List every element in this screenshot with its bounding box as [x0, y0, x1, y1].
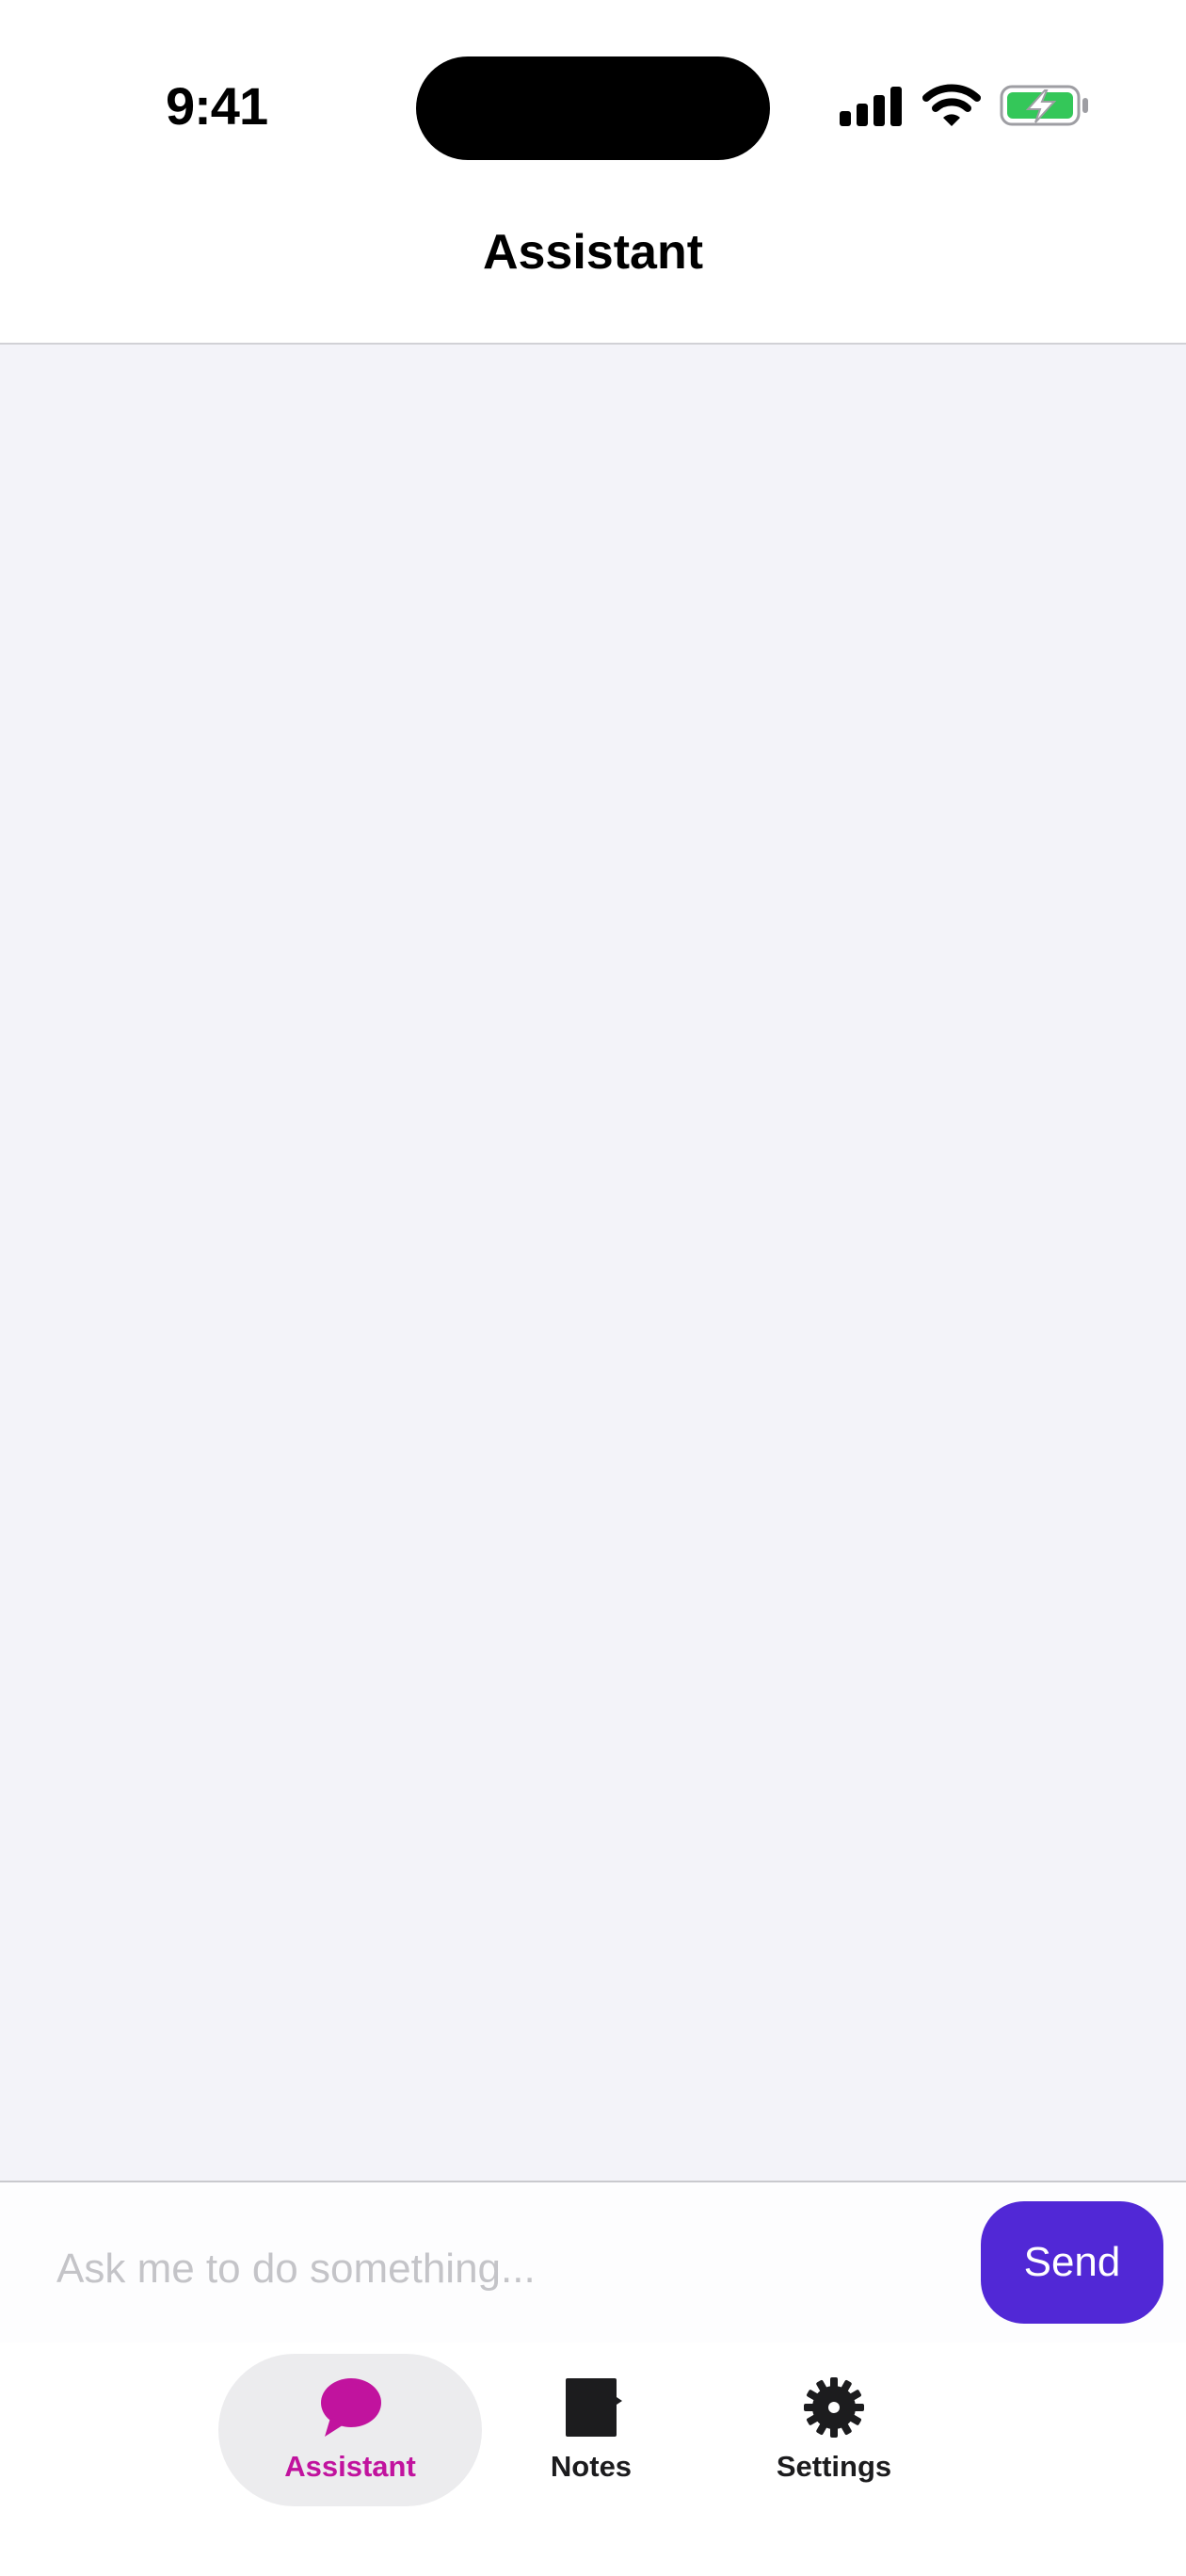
page-title: Assistant: [482, 225, 704, 280]
battery-charging-icon: [1000, 85, 1088, 126]
tab-label: Settings: [776, 2450, 892, 2483]
message-composer: Send: [0, 2182, 1186, 2343]
status-bar: 9:41: [0, 0, 1186, 188]
tab-bar: Assistant Notes Settings: [0, 2343, 1186, 2576]
tab-assistant[interactable]: Assistant: [218, 2354, 482, 2506]
chat-message-list[interactable]: [0, 345, 1186, 2181]
wifi-icon: [922, 84, 981, 126]
cellular-signal-icon: [840, 87, 902, 126]
tab-settings[interactable]: Settings: [753, 2354, 915, 2506]
app-screen: 9:41 Assistant Send: [0, 0, 1186, 2576]
tab-notes[interactable]: Notes: [516, 2354, 666, 2506]
dynamic-island: [416, 56, 770, 160]
send-button[interactable]: Send: [981, 2201, 1163, 2324]
gear-icon: [804, 2377, 864, 2438]
message-input[interactable]: [56, 2224, 960, 2314]
tab-label: Assistant: [284, 2450, 416, 2483]
tab-label: Notes: [550, 2450, 633, 2483]
status-time: 9:41: [166, 76, 268, 136]
chat-bubble-icon: [321, 2378, 381, 2437]
notes-icon: [566, 2378, 622, 2437]
